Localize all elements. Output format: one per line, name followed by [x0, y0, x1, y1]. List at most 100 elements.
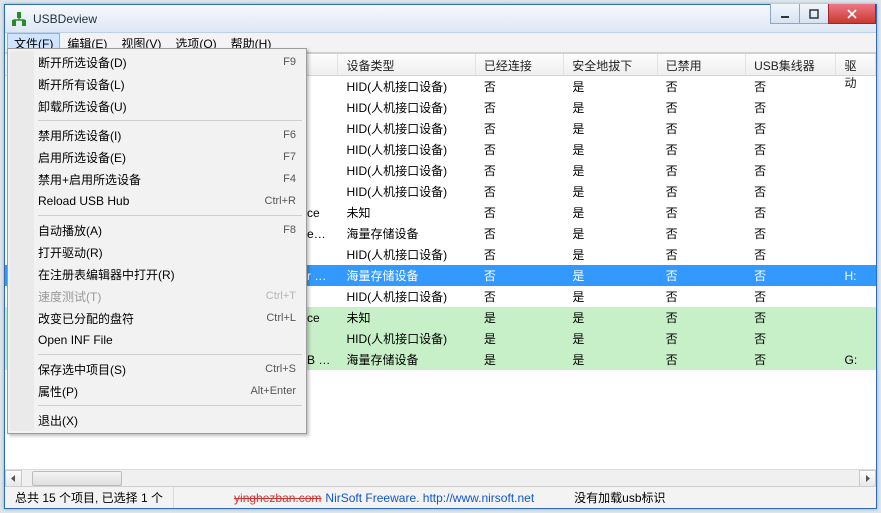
cell: 否 — [746, 204, 836, 221]
menu-item-label: 速度测试(T) — [38, 288, 266, 305]
menu-item-label: 退出(X) — [38, 412, 296, 429]
cell: 否 — [746, 309, 836, 326]
cell: 是 — [564, 162, 657, 179]
cell: 是 — [476, 330, 564, 347]
cell: 否 — [746, 246, 836, 263]
cell: 海量存储设备 — [339, 351, 476, 368]
cell: 否 — [746, 141, 836, 158]
cell: 未知 — [339, 309, 476, 326]
menu-item-label: 打开驱动(R) — [38, 244, 296, 261]
col-safe[interactable]: 安全地拔下 — [564, 54, 657, 75]
col-disabled[interactable]: 已禁用 — [658, 54, 746, 75]
menu-item-accel: F8 — [283, 224, 296, 236]
cell: 否 — [746, 120, 836, 137]
menu-item[interactable]: 在注册表编辑器中打开(R) — [10, 263, 304, 285]
cell: 否 — [476, 120, 564, 137]
menu-separator — [38, 405, 302, 406]
menu-item-accel: Alt+Enter — [250, 385, 296, 397]
menu-item-accel: F7 — [283, 151, 296, 163]
menu-item[interactable]: 保存选中项目(S)Ctrl+S — [10, 358, 304, 380]
cell: 是 — [564, 267, 657, 284]
cell: HID(人机接口设备) — [339, 120, 476, 137]
cell: 否 — [476, 99, 564, 116]
cell: 否 — [476, 267, 564, 284]
status-bar: 总共 15 个项目, 已选择 1 个 yinghezban.com NirSof… — [5, 486, 876, 508]
menu-item-accel: Ctrl+R — [265, 195, 296, 207]
maximize-button[interactable] — [799, 4, 829, 24]
col-hub[interactable]: USB集线器 — [746, 54, 836, 75]
menu-item-label: 断开所有设备(L) — [38, 76, 296, 93]
menu-item[interactable]: 改变已分配的盘符Ctrl+L — [10, 307, 304, 329]
menu-item-label: 卸载所选设备(U) — [38, 98, 296, 115]
credit-link[interactable]: NirSoft Freeware. http://www.nirsoft.net — [325, 491, 534, 505]
menu-item[interactable]: 卸载所选设备(U) — [10, 95, 304, 117]
menu-item[interactable]: Reload USB HubCtrl+R — [10, 190, 304, 212]
cell: 否 — [476, 246, 564, 263]
cell: 否 — [746, 183, 836, 200]
cell: 否 — [658, 99, 746, 116]
menu-item-label: Reload USB Hub — [38, 194, 265, 208]
col-connected[interactable]: 已经连接 — [476, 54, 564, 75]
cell: G: — [837, 353, 877, 367]
cell: 否 — [658, 162, 746, 179]
menu-item-accel: Ctrl+T — [266, 290, 296, 302]
menu-item-label: 在注册表编辑器中打开(R) — [38, 266, 296, 283]
menu-item[interactable]: 自动播放(A)F8 — [10, 219, 304, 241]
menu-item[interactable]: 打开驱动(R) — [10, 241, 304, 263]
menu-item[interactable]: 启用所选设备(E)F7 — [10, 146, 304, 168]
cell: 否 — [476, 288, 564, 305]
cell: 是 — [564, 78, 657, 95]
scroll-left-button[interactable] — [5, 470, 22, 487]
cell: 是 — [564, 204, 657, 221]
cell: 是 — [564, 330, 657, 347]
col-drive[interactable]: 驱动 — [836, 54, 876, 75]
cell: 否 — [746, 288, 836, 305]
cell: 海量存储设备 — [339, 225, 476, 242]
menu-item[interactable]: 断开所选设备(D)F9 — [10, 51, 304, 73]
cell: 否 — [746, 330, 836, 347]
cell: HID(人机接口设备) — [339, 183, 476, 200]
menu-item-accel: Ctrl+L — [266, 312, 296, 324]
cell: 否 — [658, 120, 746, 137]
horizontal-scrollbar[interactable] — [5, 469, 876, 486]
minimize-button[interactable] — [770, 4, 800, 24]
menu-item-label: 保存选中项目(S) — [38, 361, 265, 378]
cell: 是 — [564, 351, 657, 368]
cell: 否 — [658, 267, 746, 284]
window-buttons — [771, 5, 876, 32]
menu-item-label: 禁用+启用所选设备 — [38, 171, 283, 188]
cell: 是 — [564, 225, 657, 242]
cell: 是 — [564, 141, 657, 158]
scroll-thumb[interactable] — [32, 471, 122, 486]
menu-item[interactable]: 禁用所选设备(I)F6 — [10, 124, 304, 146]
cell: 否 — [476, 183, 564, 200]
cell: 否 — [746, 351, 836, 368]
close-button[interactable] — [828, 4, 876, 24]
col-type[interactable]: 设备类型 — [338, 54, 475, 75]
cell: 否 — [658, 288, 746, 305]
cell: HID(人机接口设备) — [339, 162, 476, 179]
menu-item[interactable]: 断开所有设备(L) — [10, 73, 304, 95]
cell: 否 — [658, 246, 746, 263]
cell: 未知 — [339, 204, 476, 221]
menu-item-accel: F9 — [283, 56, 296, 68]
menu-item-label: 自动播放(A) — [38, 222, 283, 239]
menu-item[interactable]: 禁用+启用所选设备F4 — [10, 168, 304, 190]
menu-item[interactable]: Open INF File — [10, 329, 304, 351]
app-window: USBDeview 文件(F) 编辑(E) 视图(V) 选项(O) 帮助(H) … — [4, 4, 877, 509]
file-dropdown: 断开所选设备(D)F9 断开所有设备(L) 卸载所选设备(U) 禁用所选设备(I)F6… — [7, 48, 307, 434]
menu-item-label: 启用所选设备(E) — [38, 149, 283, 166]
cell: H: — [837, 269, 877, 283]
cell: 否 — [746, 162, 836, 179]
menu-item[interactable]: 退出(X) — [10, 409, 304, 431]
scroll-right-button[interactable] — [859, 470, 876, 487]
menu-separator — [38, 354, 302, 355]
cell: 海量存储设备 — [339, 267, 476, 284]
menu-item-accel: F4 — [283, 173, 296, 185]
cell: HID(人机接口设备) — [339, 78, 476, 95]
cell: 否 — [476, 141, 564, 158]
cell: 是 — [564, 120, 657, 137]
cell: HID(人机接口设备) — [339, 99, 476, 116]
menu-item[interactable]: 属性(P)Alt+Enter — [10, 380, 304, 402]
cell: 是 — [564, 99, 657, 116]
